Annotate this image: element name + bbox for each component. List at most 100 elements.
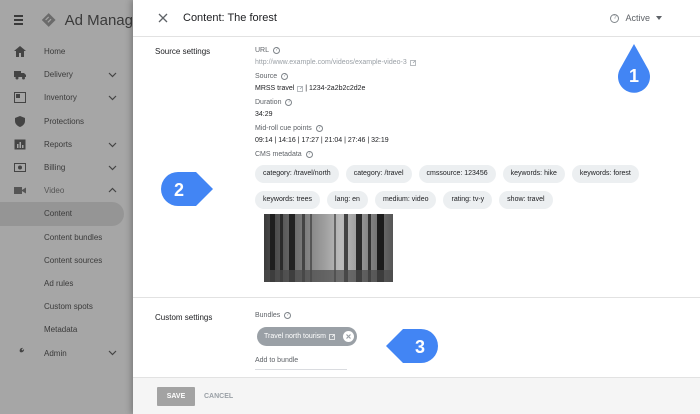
metadata-chip: keywords: trees (255, 191, 321, 209)
nav-label: Home (44, 47, 66, 57)
callout-marker-2: 2 (161, 172, 213, 206)
home-icon (14, 46, 26, 57)
cue-points-value: 09:14 | 14:16 | 17:27 | 21:04 | 27:46 | … (255, 137, 389, 144)
callout-number: 1 (629, 66, 639, 86)
nav-label: Billing (44, 163, 66, 173)
video-thumbnail (264, 214, 393, 282)
nav-item-admin[interactable]: Admin (0, 341, 133, 364)
nav-item-reports[interactable]: Reports (0, 133, 133, 156)
nav-item-content-sources[interactable]: Content sources (0, 249, 133, 272)
cms-metadata-label: CMS metadata ? (255, 151, 313, 158)
help-icon[interactable]: ? (305, 151, 313, 158)
custom-settings-heading: Custom settings (155, 313, 213, 322)
page-title: Content: The forest (183, 12, 277, 24)
callout-number: 3 (415, 337, 425, 357)
nav-item-billing[interactable]: Billing (0, 156, 133, 179)
bundles-label-text: Bundles (255, 312, 281, 319)
metadata-chip: keywords: forest (571, 165, 639, 183)
source-label: Source ? (255, 73, 289, 80)
help-icon[interactable]: ? (285, 99, 293, 106)
cue-points-label-text: Mid-roll cue points (255, 125, 312, 132)
status-value: Active (625, 13, 650, 23)
url-text: http://www.example.com/videos/example-vi… (255, 59, 407, 66)
metadata-chip: rating: tv-y (443, 191, 493, 209)
cancel-button[interactable]: CANCEL (204, 387, 233, 406)
chevron-up-icon (108, 187, 117, 193)
chevron-down-icon (108, 165, 117, 171)
nav-item-delivery[interactable]: Delivery (0, 63, 133, 86)
side-nav: Ad Manag Home Delivery Inventory Protect… (0, 0, 133, 414)
nav-label: Video (44, 186, 65, 196)
nav-label: Protections (44, 116, 85, 126)
nav-label: Inventory (44, 93, 77, 103)
nav-header: Ad Manag (0, 0, 133, 40)
chip-row: keywords: trees lang: en medium: video r… (255, 191, 665, 209)
nav-label: Content sources (44, 255, 103, 265)
metadata-chip: medium: video (374, 191, 437, 209)
add-to-bundle-input[interactable]: Add to bundle (255, 356, 347, 370)
cms-metadata-chips: category: /travel/north category: /trave… (255, 165, 665, 217)
nav-item-custom-spots[interactable]: Custom spots (0, 295, 133, 318)
source-settings-heading: Source settings (155, 47, 211, 56)
source-value: MRSS travel | 1234-2a2b2c2d2e (255, 85, 365, 92)
nav-item-content[interactable]: Content (0, 202, 124, 226)
metadata-chip: category: /travel (345, 165, 412, 183)
brand-name: Ad Manag (64, 11, 133, 29)
nav-label: Content bundles (44, 232, 103, 242)
status-dropdown[interactable]: ? Active (610, 13, 662, 23)
close-icon[interactable] (157, 12, 169, 24)
source-link[interactable]: MRSS travel (255, 85, 294, 92)
metadata-chip: keywords: hike (502, 165, 565, 183)
chevron-down-icon (108, 95, 117, 101)
save-button[interactable]: SAVE (157, 387, 195, 406)
chevron-down-icon (108, 351, 117, 356)
url-label-text: URL (255, 47, 270, 54)
chip-row: category: /travel/north category: /trave… (255, 165, 665, 183)
cms-metadata-label-text: CMS metadata (255, 151, 302, 158)
ad-manager-logo (42, 13, 56, 27)
nav-item-home[interactable]: Home (0, 40, 133, 63)
help-icon[interactable]: ? (281, 73, 289, 80)
nav-item-metadata[interactable]: Metadata (0, 318, 133, 341)
bundles-label: Bundles ? (255, 312, 292, 319)
metadata-chip: cmssource: 123456 (418, 165, 496, 183)
nav-label: Content (44, 209, 73, 219)
dropdown-caret-icon (656, 16, 662, 20)
nav-label: Delivery (44, 70, 73, 80)
remove-chip-icon[interactable] (342, 331, 354, 342)
metadata-chip: lang: en (327, 191, 368, 209)
chevron-down-icon (108, 142, 117, 148)
section-divider (133, 297, 700, 298)
url-value: http://www.example.com/videos/example-vi… (255, 59, 416, 66)
help-icon[interactable]: ? (284, 312, 292, 319)
source-label-text: Source (255, 73, 278, 80)
url-label: URL ? (255, 47, 281, 54)
nav-item-content-bundles[interactable]: Content bundles (0, 226, 133, 249)
video-icon (14, 187, 26, 195)
menu-icon[interactable] (14, 15, 24, 25)
panel-footer: SAVE CANCEL (133, 377, 700, 414)
source-id: | 1234-2a2b2c2d2e (303, 85, 366, 92)
shield-icon (15, 115, 25, 127)
truck-icon (14, 71, 26, 80)
nav-label: Reports (44, 139, 73, 149)
help-icon[interactable]: ? (273, 47, 281, 54)
cue-points-label: Mid-roll cue points ? (255, 125, 323, 132)
duration-label: Duration ? (255, 99, 293, 106)
duration-value: 34:29 (255, 111, 273, 118)
duration-label-text: Duration (255, 99, 282, 106)
wrench-icon (15, 348, 25, 358)
nav-label: Ad rules (44, 278, 74, 288)
help-icon[interactable]: ? (610, 13, 620, 23)
nav-item-video[interactable]: Video (0, 179, 133, 202)
nav-label: Custom spots (44, 302, 93, 312)
nav-item-inventory[interactable]: Inventory (0, 86, 133, 109)
nav-item-ad-rules[interactable]: Ad rules (0, 272, 133, 295)
bundle-chip[interactable]: Travel north tourism (257, 327, 357, 346)
bundle-chip-label: Travel north tourism (264, 333, 326, 340)
nav-item-protections[interactable]: Protections (0, 110, 133, 133)
external-link-icon[interactable] (409, 59, 416, 66)
help-icon[interactable]: ? (315, 125, 323, 132)
external-link-icon[interactable] (329, 333, 335, 340)
billing-icon (14, 162, 26, 172)
